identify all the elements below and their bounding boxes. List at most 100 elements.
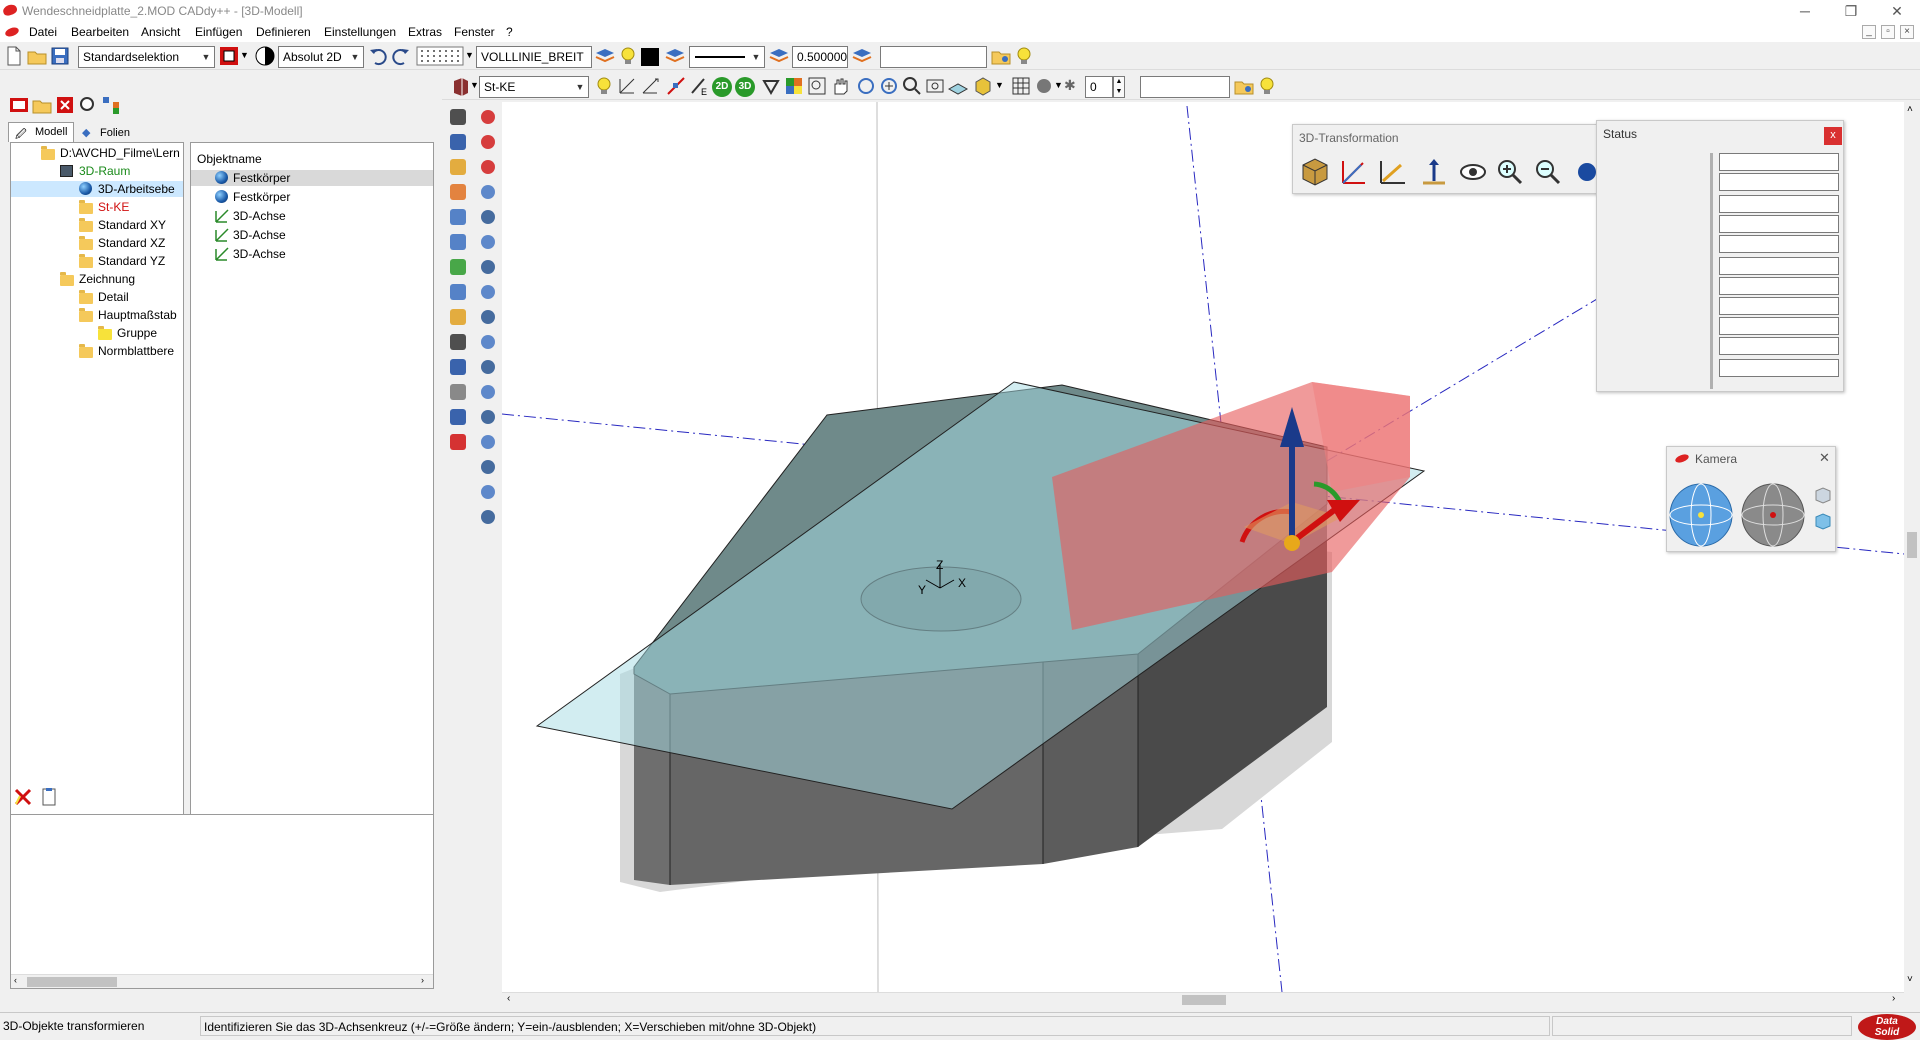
view-3d-button[interactable]: 3D [735,77,755,97]
zoom-window-icon[interactable] [806,75,828,97]
toolbar-input-field[interactable] [880,46,987,68]
counter-field[interactable]: 0 [1085,76,1113,98]
scroll-left-icon[interactable]: ‹ [507,993,510,1004]
mdi-restore-button[interactable]: ▫ [1881,25,1895,39]
scale-right-icon[interactable] [477,481,499,503]
status-value-field[interactable] [1719,297,1839,315]
array-icon[interactable] [477,256,499,278]
viewport-scrollbar-horizontal[interactable]: ‹ › [502,992,1904,1006]
transform-move-z-icon[interactable] [1423,159,1445,185]
camera-target-globe-icon[interactable] [1739,481,1807,549]
sphere-tool-icon[interactable] [447,131,469,153]
object-list-item[interactable]: Festkörper [191,170,433,186]
arrow-up-bold-icon[interactable] [477,431,499,453]
status-value-field[interactable] [1719,359,1839,377]
mdi-close-button[interactable]: × [1900,25,1914,39]
folder-settings-icon[interactable] [1233,75,1255,97]
scroll-right-icon[interactable]: › [421,975,424,985]
zoom-refresh-icon[interactable] [855,75,877,97]
orbit-icon[interactable] [760,75,782,97]
arrow-up-icon[interactable] [477,406,499,428]
object-list-item[interactable]: 3D-Achse [191,246,433,262]
restore-button[interactable]: ❐ [1828,0,1874,22]
vertex-icon[interactable] [477,156,499,178]
font-icon[interactable] [447,356,469,378]
transform-view-icon[interactable] [1460,164,1486,180]
scroll-thumb[interactable] [1182,995,1226,1005]
menu-extras[interactable]: Extras [408,25,442,39]
transform-scale-icon[interactable] [1380,161,1405,184]
green-pencil-icon[interactable] [447,256,469,278]
properties-scrollbar[interactable]: ‹ › [11,974,433,988]
move-double-icon[interactable] [477,206,499,228]
bulb-icon[interactable] [1013,45,1035,67]
tree-item[interactable]: Standard XZ [11,235,183,251]
scroll-left-icon[interactable]: ‹ [14,975,17,985]
menu-fenster[interactable]: Fenster [454,25,495,39]
tree-item[interactable]: Hauptmaßstab [11,307,183,323]
tree-item[interactable]: Gruppe [11,325,183,341]
object-list-item[interactable]: Festkörper [191,189,433,205]
solid-box-icon[interactable] [450,75,472,97]
hatch-icon[interactable] [447,381,469,403]
grid-icon[interactable] [416,45,464,67]
layer-stack-icon[interactable] [664,45,686,67]
view-2d-button[interactable]: 2D [712,77,732,97]
scroll-down-icon[interactable]: ˅ [1907,974,1913,985]
select-light-icon[interactable] [477,106,499,128]
zoom-in-icon[interactable] [901,75,923,97]
camera-orbit-globe-icon[interactable] [1667,481,1735,549]
status-value-field[interactable] [1719,257,1839,275]
menu-datei[interactable]: Datei [29,25,57,39]
view-plane-icon[interactable] [947,75,969,97]
mirror-icon[interactable] [477,231,499,253]
undo-icon[interactable] [367,45,389,67]
chevron-down-icon[interactable]: ▼ [995,80,1004,90]
clipboard-icon[interactable] [38,786,60,808]
menu-einfuegen[interactable]: Einfügen [195,25,242,39]
layers-colored-icon[interactable] [783,75,805,97]
gizmo-origin[interactable] [1284,535,1300,551]
redo-icon[interactable] [390,45,412,67]
selection-mode-select[interactable]: Standardselektion ▼ [78,46,215,68]
move-right-icon[interactable] [477,181,499,203]
bulb-icon[interactable] [1256,75,1278,97]
scroll-thumb[interactable] [27,977,117,987]
bulb-icon[interactable] [617,45,639,67]
explorer-tree-icon[interactable] [100,94,122,116]
line-style-select[interactable]: ▼ [689,46,765,68]
render-box-icon[interactable] [972,75,994,97]
explorer-search-icon[interactable] [77,94,99,116]
folder-settings-icon[interactable] [990,45,1012,67]
circle-tool-icon[interactable] [447,156,469,178]
rotate-copy-icon[interactable] [477,331,499,353]
paint-icon[interactable] [477,131,499,153]
status-value-field[interactable] [1719,153,1839,171]
tab-folien[interactable]: ◆ Folien [76,124,142,142]
layer-stack-icon[interactable] [851,45,873,67]
tree-item[interactable]: Zeichnung [11,271,183,287]
wireframe-grid-icon[interactable] [1010,75,1032,97]
dots-row-icon[interactable] [477,281,499,303]
explorer-delete-icon[interactable] [54,94,76,116]
zoom-all-icon[interactable] [878,75,900,97]
transform-globe-icon[interactable] [1578,163,1596,181]
coordinate-mode-select[interactable]: Absolut 2D ▼ [278,46,364,68]
select-arrow-icon[interactable] [447,106,469,128]
info-icon[interactable] [447,406,469,428]
transform-zoom-in-icon[interactable] [1498,160,1523,185]
chevron-down-icon[interactable]: ▼ [240,50,249,60]
menu-definieren[interactable]: Definieren [256,25,311,39]
bulb-icon[interactable] [593,75,615,97]
layer-select[interactable]: St-KE ▼ [479,76,589,98]
transform-box-icon[interactable] [1302,158,1328,186]
explorer-tool-icon[interactable] [8,94,30,116]
minimize-button[interactable]: ─ [1782,0,1828,22]
dots-grid-icon[interactable] [477,306,499,328]
menu-ansicht[interactable]: Ansicht [141,25,180,39]
transform-zoom-out-icon[interactable] [1536,160,1561,185]
tree-item[interactable]: Standard YZ [11,253,183,269]
edit-point-icon[interactable]: E [688,75,710,97]
tree-item[interactable]: Standard XY [11,217,183,233]
tree-item[interactable]: 3D-Raum [11,163,183,179]
